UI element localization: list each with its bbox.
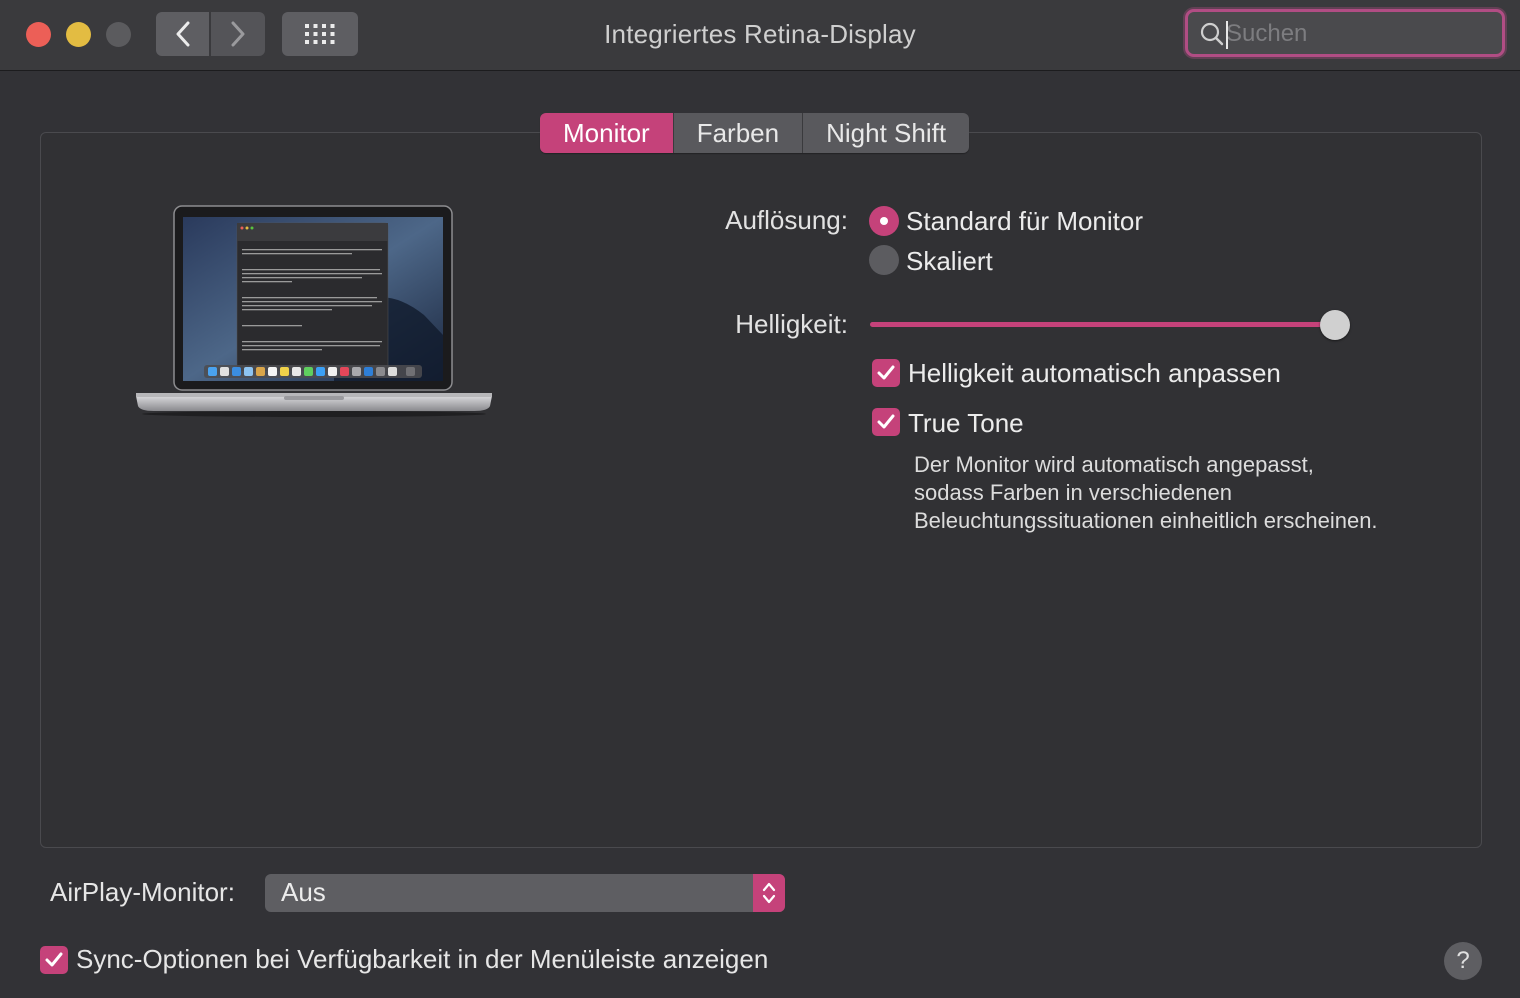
radio-standard[interactable] (869, 206, 899, 236)
resolution-label: Auflösung: (725, 205, 848, 235)
brightness-slider-track[interactable] (870, 322, 1340, 327)
tab-night-shift[interactable]: Night Shift (803, 113, 970, 153)
airplay-select[interactable]: Aus (265, 874, 785, 912)
help-button[interactable]: ? (1444, 942, 1482, 980)
true-tone-description: Der Monitor wird automatisch angepasst, … (914, 451, 1474, 535)
tab-farben[interactable]: Farben (673, 113, 804, 153)
search-icon (1200, 22, 1224, 46)
description-line: Beleuchtungssituationen einheitlich ersc… (914, 508, 1378, 533)
checkmark-icon (877, 414, 895, 429)
sync-options-checkbox[interactable] (40, 946, 68, 974)
true-tone-label[interactable]: True Tone (908, 408, 1024, 439)
brightness-label: Helligkeit: (735, 309, 848, 339)
up-down-chevron-icon (762, 882, 776, 904)
search-input[interactable] (1226, 18, 1486, 50)
sync-options-label[interactable]: Sync-Optionen bei Verfügbarkeit in der M… (76, 944, 768, 975)
true-tone-checkbox[interactable] (872, 408, 900, 436)
tab-bar: Monitor Farben Night Shift (540, 113, 970, 153)
radio-standard-label[interactable]: Standard für Monitor (906, 206, 1143, 237)
airplay-label: AirPlay-Monitor: (50, 877, 235, 907)
description-line: Der Monitor wird automatisch angepasst, (914, 452, 1314, 477)
auto-brightness-label[interactable]: Helligkeit automatisch anpassen (908, 358, 1281, 389)
brightness-slider-thumb[interactable] (1320, 310, 1350, 340)
text-caret (1226, 21, 1228, 49)
airplay-select-value: Aus (281, 877, 326, 907)
auto-brightness-checkbox[interactable] (872, 359, 900, 387)
macbook-illustration (136, 205, 492, 417)
tab-monitor[interactable]: Monitor (540, 113, 674, 153)
checkmark-icon (45, 952, 63, 967)
radio-scaled-label[interactable]: Skaliert (906, 246, 993, 277)
description-line: sodass Farben in verschiedenen (914, 480, 1232, 505)
search-field[interactable] (1185, 9, 1505, 57)
title-bar: Integriertes Retina-Display (0, 0, 1520, 71)
radio-scaled[interactable] (869, 245, 899, 275)
checkmark-icon (877, 365, 895, 380)
select-stepper[interactable] (753, 874, 785, 912)
